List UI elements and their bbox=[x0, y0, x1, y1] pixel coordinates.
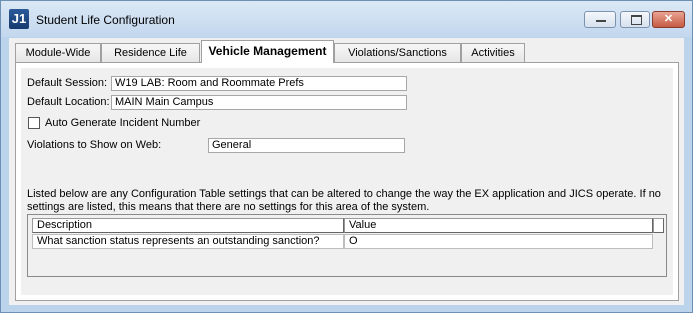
app-logo-icon: J1 bbox=[9, 9, 29, 29]
tab-vehicle-management[interactable]: Vehicle Management bbox=[201, 40, 334, 63]
column-header-filler bbox=[653, 218, 664, 233]
column-header-value[interactable]: Value bbox=[344, 218, 653, 233]
tab-violations-sanctions[interactable]: Violations/Sanctions bbox=[334, 43, 461, 62]
table-cell-value[interactable]: O bbox=[344, 234, 653, 249]
minimize-icon bbox=[596, 20, 606, 22]
tab-activities[interactable]: Activities bbox=[461, 43, 525, 62]
default-location-label: Default Location: bbox=[27, 96, 110, 108]
violations-web-label: Violations to Show on Web: bbox=[27, 139, 162, 151]
close-icon: ✕ bbox=[663, 13, 674, 25]
close-button[interactable]: ✕ bbox=[652, 11, 685, 28]
table-cell-description[interactable]: What sanction status represents an outst… bbox=[32, 234, 344, 249]
tab-panel: Default Session: W19 LAB: Room and Roomm… bbox=[15, 62, 679, 301]
tab-module-wide[interactable]: Module-Wide bbox=[15, 43, 101, 62]
default-session-field[interactable]: W19 LAB: Room and Roommate Prefs bbox=[111, 76, 407, 91]
maximize-icon bbox=[631, 15, 642, 25]
main-window: J1 Student Life Configuration ✕ Module-W… bbox=[0, 0, 693, 313]
configuration-table[interactable]: Description Value What sanction status r… bbox=[27, 214, 667, 277]
minimize-button[interactable] bbox=[584, 11, 616, 28]
default-session-label: Default Session: bbox=[27, 77, 108, 89]
window-title: Student Life Configuration bbox=[36, 13, 175, 27]
column-header-description[interactable]: Description bbox=[32, 218, 344, 233]
tab-residence-life[interactable]: Residence Life bbox=[101, 43, 200, 62]
maximize-button[interactable] bbox=[620, 11, 650, 28]
vehicle-management-panel: Default Session: W19 LAB: Room and Roomm… bbox=[21, 68, 673, 295]
client-area: Module-Wide Residence Life Vehicle Manag… bbox=[9, 38, 684, 305]
violations-web-field[interactable]: General bbox=[208, 138, 405, 153]
configuration-note: Listed below are any Configuration Table… bbox=[27, 188, 661, 213]
default-location-field[interactable]: MAIN Main Campus bbox=[111, 95, 407, 110]
auto-generate-checkbox[interactable] bbox=[28, 117, 40, 129]
title-bar[interactable]: J1 Student Life Configuration ✕ bbox=[1, 1, 692, 37]
auto-generate-label: Auto Generate Incident Number bbox=[45, 117, 201, 129]
